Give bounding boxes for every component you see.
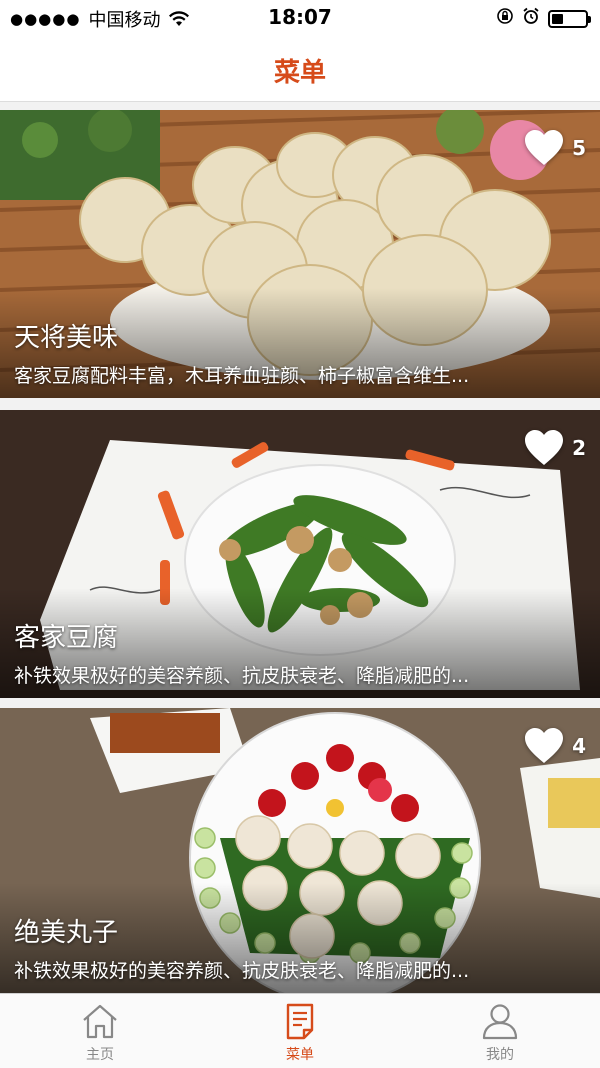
heart-icon [525, 130, 564, 165]
status-right [496, 7, 591, 30]
like-counter[interactable]: 4 [524, 728, 586, 764]
menu-card-2[interactable]: 2 客家豆腐 补铁效果极好的美容养颜、抗皮肤衰老、降脂减肥的... [0, 410, 600, 698]
tab-bar: 主页 菜单 我的 [0, 993, 600, 1068]
dish-title: 绝美丸子 [14, 918, 119, 948]
home-icon [83, 1004, 117, 1039]
dish-title: 客家豆腐 [14, 623, 119, 653]
alarm-icon [522, 7, 540, 30]
tab-home[interactable]: 主页 [0, 994, 200, 1068]
dish-description: 补铁效果极好的美容养颜、抗皮肤衰老、降脂减肥的... [14, 960, 470, 982]
dish-title: 天将美味 [14, 323, 119, 353]
page-title: 菜单 [273, 58, 326, 88]
tab-profile[interactable]: 我的 [400, 994, 600, 1068]
tab-label: 我的 [486, 1047, 514, 1063]
battery-icon [548, 9, 591, 28]
heart-icon [525, 430, 564, 465]
navigation-bar: 菜单 [0, 36, 600, 102]
battery-level [552, 13, 563, 24]
menu-document-icon [286, 1003, 314, 1040]
tab-menu[interactable]: 菜单 [200, 994, 400, 1068]
dish-description: 补铁效果极好的美容养颜、抗皮肤衰老、降脂减肥的... [14, 665, 470, 687]
tab-label: 主页 [86, 1047, 114, 1063]
status-bar: ●●●●● 中国移动 18:07 [0, 0, 600, 36]
like-count: 5 [572, 136, 586, 160]
dish-description: 客家豆腐配料丰富，木耳养血驻颜、柿子椒富含维生... [14, 365, 470, 387]
orientation-lock-icon [496, 7, 514, 30]
menu-card-3[interactable]: 4 绝美丸子 补铁效果极好的美容养颜、抗皮肤衰老、降脂减肥的... [0, 708, 600, 993]
like-counter[interactable]: 2 [524, 430, 586, 466]
like-count: 4 [572, 734, 586, 758]
like-counter[interactable]: 5 [524, 130, 586, 166]
like-count: 2 [572, 436, 586, 460]
user-icon [482, 1004, 518, 1040]
menu-card-1[interactable]: 5 天将美味 客家豆腐配料丰富，木耳养血驻颜、柿子椒富含维生... [0, 110, 600, 398]
heart-icon [525, 728, 564, 763]
tab-label: 菜单 [286, 1047, 314, 1063]
